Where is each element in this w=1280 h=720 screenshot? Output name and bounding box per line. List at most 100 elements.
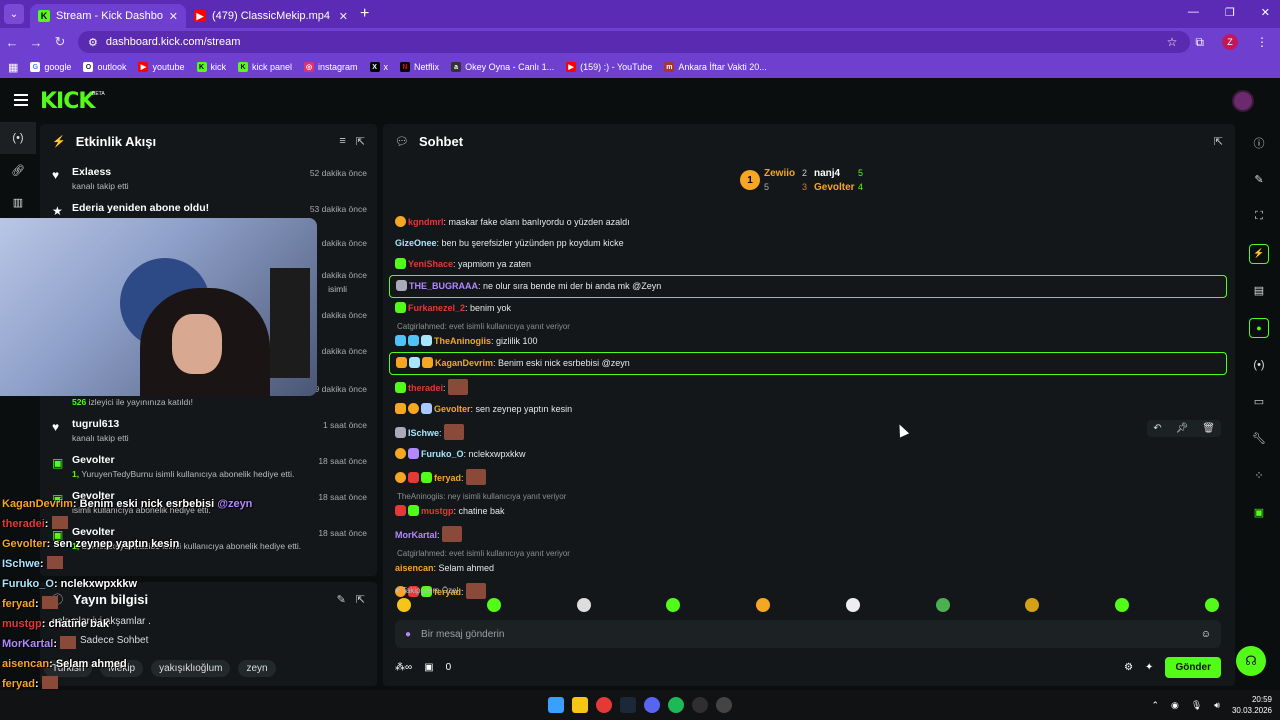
- layers-icon[interactable]: ▭: [1240, 383, 1278, 420]
- stream-icon[interactable]: (•): [0, 122, 36, 154]
- emote-icon[interactable]: [845, 598, 860, 612]
- tab-kick-dashboard[interactable]: K Stream - Kick Dashboard ✕: [30, 4, 186, 28]
- obs-icon[interactable]: [692, 697, 708, 713]
- popout-icon[interactable]: ⇱: [356, 593, 365, 606]
- network-icon[interactable]: ◉: [1171, 700, 1179, 711]
- chat-message[interactable]: YeniShace: yapmiom ya zaten: [389, 254, 1227, 275]
- popout-icon[interactable]: ⇱: [356, 135, 365, 148]
- close-icon[interactable]: ✕: [339, 10, 348, 23]
- emote-icon[interactable]: [935, 598, 950, 612]
- emote-icon[interactable]: [756, 598, 771, 612]
- minimize-icon[interactable]: —: [1188, 6, 1199, 19]
- emote-icon[interactable]: [1025, 598, 1040, 612]
- profile-avatar[interactable]: Z: [1222, 34, 1238, 50]
- activity-toggle[interactable]: ⚡: [1240, 235, 1278, 272]
- popout-icon[interactable]: ⇱: [1214, 135, 1223, 148]
- chat-message[interactable]: kgndmrl: maskar fake olanı banlıyordu o …: [389, 212, 1227, 233]
- pin-icon[interactable]: 📌︎: [1176, 422, 1189, 435]
- fullscreen-icon[interactable]: ⛶: [1240, 198, 1278, 235]
- chat-message[interactable]: ISchwe: ↶ 📌︎ 🗑︎: [389, 420, 1227, 444]
- bookmark-okey[interactable]: a Okey Oyna - Canlı 1...: [451, 62, 554, 72]
- emote-icon[interactable]: [1204, 598, 1219, 612]
- emote-icon[interactable]: [486, 598, 501, 612]
- chat-message[interactable]: MorKartal:: [389, 522, 1227, 546]
- edit-icon[interactable]: ✎: [337, 593, 346, 606]
- edit-icon[interactable]: ✎: [1240, 161, 1278, 198]
- new-tab-button[interactable]: +: [360, 5, 369, 23]
- link-icon[interactable]: 🔗︎: [0, 154, 36, 186]
- emoji-icon[interactable]: ☺: [1201, 629, 1211, 640]
- volume-icon[interactable]: 🔊︎: [1214, 700, 1220, 711]
- close-icon[interactable]: ✕: [169, 10, 178, 23]
- close-window-icon[interactable]: ✕: [1261, 6, 1270, 19]
- microphone-icon[interactable]: ●: [405, 629, 411, 640]
- bookmark-google[interactable]: Ggoogle: [30, 62, 71, 72]
- link-icon[interactable]: ⁂∞: [395, 662, 412, 673]
- menu-icon[interactable]: [14, 94, 28, 109]
- reply-icon[interactable]: ↶: [1153, 422, 1161, 435]
- windows-start-icon[interactable]: [548, 697, 564, 713]
- chat-message[interactable]: TheAninogiis: gizlilik 100: [389, 331, 1227, 352]
- emote-icon[interactable]: [666, 598, 681, 612]
- clock[interactable]: 20:59 30.03.2026: [1232, 694, 1272, 716]
- kick-logo[interactable]: KICK: [40, 89, 95, 114]
- chrome-icon[interactable]: [596, 697, 612, 713]
- spotify-icon[interactable]: [668, 697, 684, 713]
- analytics-icon[interactable]: ▥: [0, 186, 36, 218]
- app-icon[interactable]: [716, 697, 732, 713]
- filter-icon[interactable]: ≡: [339, 135, 345, 147]
- discord-icon[interactable]: [644, 697, 660, 713]
- info-icon[interactable]: ⓘ: [1240, 124, 1278, 161]
- reload-icon[interactable]: ↻: [48, 34, 72, 50]
- apps-grid-icon[interactable]: ▦: [8, 61, 18, 74]
- bookmark-x[interactable]: Xx: [369, 62, 388, 72]
- emote-icon[interactable]: [576, 598, 591, 612]
- settings-icon[interactable]: ⚙: [1124, 662, 1133, 673]
- chat-message[interactable]: theradei:: [389, 375, 1227, 399]
- bookmark-youtube[interactable]: ▶ youtube: [138, 62, 185, 72]
- chat-message-highlighted[interactable]: THE_BUGRAAA: ne olur sıra bende mi der b…: [389, 275, 1227, 298]
- microphone-icon[interactable]: 🎙︎: [1191, 700, 1202, 711]
- emote-icon[interactable]: [397, 598, 411, 612]
- extensions-icon[interactable]: ⧉: [1195, 35, 1204, 50]
- user-avatar[interactable]: [1232, 90, 1254, 112]
- bookmark-star-icon[interactable]: ☆: [1167, 35, 1178, 49]
- url-bar[interactable]: ⚙ dashboard.kick.com/stream: [78, 31, 1190, 53]
- chat-message-highlighted[interactable]: KaganDevrim: Benim eski nick esrbebisi @…: [389, 352, 1227, 375]
- bookmark-ankara-iftar[interactable]: m Ankara İftar Vakti 20...: [664, 62, 767, 72]
- chat-message[interactable]: Furuko_O: nclekxwpxkkw: [389, 444, 1227, 465]
- broadcast-icon[interactable]: (•): [1240, 346, 1278, 383]
- steam-icon[interactable]: [620, 697, 636, 713]
- bookmark-kick[interactable]: Kkick: [196, 62, 226, 72]
- gift-icon[interactable]: ▣: [424, 662, 433, 673]
- more-menu-icon[interactable]: ⋮: [1256, 35, 1268, 49]
- tray-arrow-icon[interactable]: ⌃: [1151, 700, 1159, 711]
- chat-message[interactable]: Gevolter: sen zeynep yaptın kesin: [389, 399, 1227, 420]
- site-info-icon[interactable]: ⚙: [88, 36, 98, 49]
- bookmark-kick-panel[interactable]: Kkick panel: [238, 62, 292, 72]
- nodes-icon[interactable]: ⁘: [1240, 457, 1278, 494]
- tab-search-button[interactable]: ⌄: [4, 4, 24, 24]
- chat-message[interactable]: mustgp: chatine bak: [389, 501, 1227, 522]
- send-button[interactable]: Gönder: [1165, 656, 1221, 678]
- file-explorer-icon[interactable]: [572, 697, 588, 713]
- tab-youtube[interactable]: ▶ (479) ClassicMekip.mp4 7.0 kısa ✕: [186, 4, 356, 28]
- restore-icon[interactable]: ❐: [1225, 6, 1235, 19]
- chat-input[interactable]: ● Bir mesaj gönderin ☺: [395, 620, 1221, 648]
- support-headset-icon[interactable]: ☊: [1236, 646, 1266, 676]
- chat-toggle[interactable]: ●: [1240, 309, 1278, 346]
- chat-message[interactable]: Furkanezel_2: benim yok: [389, 298, 1227, 319]
- bookmark-instagram[interactable]: ◎ instagram: [304, 62, 358, 72]
- document-icon[interactable]: ▤: [1240, 272, 1278, 309]
- bookmark-outlook[interactable]: Ooutlook: [83, 62, 126, 72]
- forward-icon[interactable]: →: [24, 35, 48, 50]
- wrench-icon[interactable]: 🔧︎: [1240, 420, 1278, 457]
- emote-icon[interactable]: [1115, 598, 1130, 612]
- bookmark-youtube-159[interactable]: ▶ (159) :) - YouTube: [566, 62, 652, 72]
- bot-icon[interactable]: ✦: [1145, 662, 1153, 673]
- chat-message[interactable]: aisencan: Selam ahmed: [389, 558, 1227, 579]
- bookmark-netflix[interactable]: N Netflix: [400, 62, 439, 72]
- back-icon[interactable]: ←: [0, 35, 24, 50]
- bot-icon[interactable]: ▣: [1240, 494, 1278, 531]
- delete-icon[interactable]: 🗑︎: [1202, 422, 1215, 435]
